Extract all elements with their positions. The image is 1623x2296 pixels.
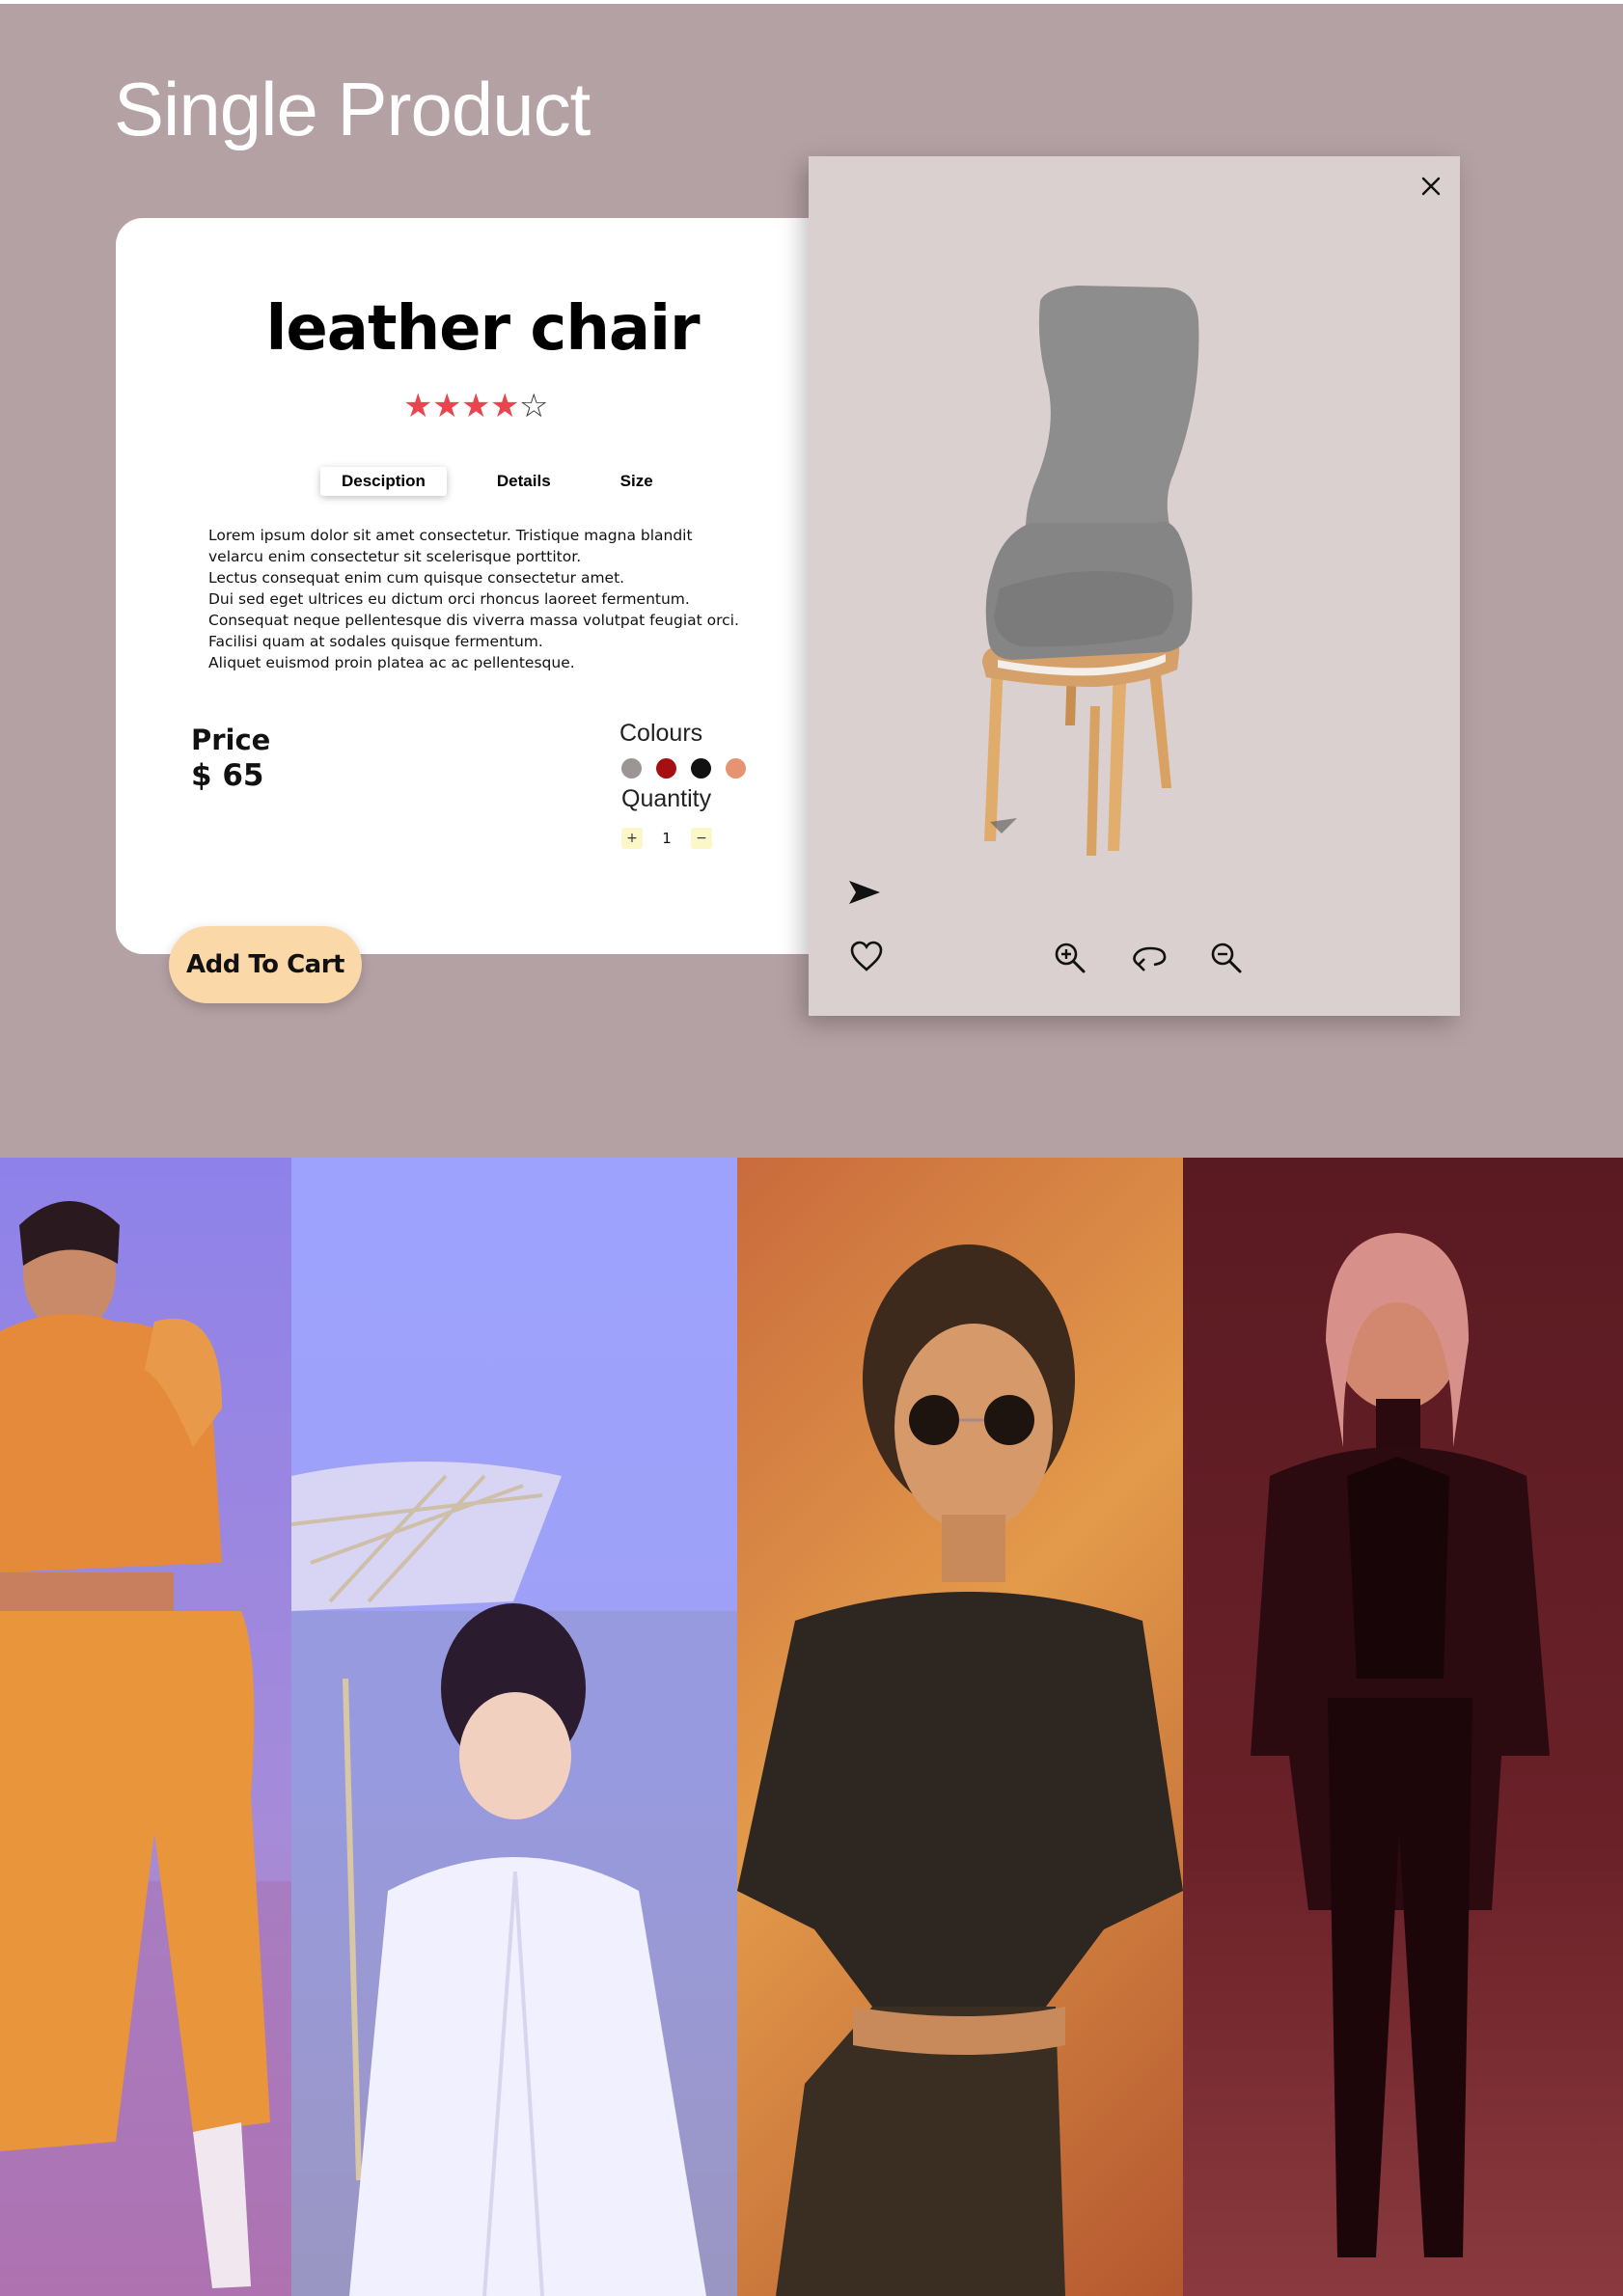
add-to-cart-button[interactable]: Add To Cart: [169, 926, 362, 1003]
product-description: Lorem ipsum dolor sit amet consectetur. …: [208, 525, 787, 673]
model-orange-hoodie-image: [0, 1201, 291, 2296]
hero-section: Single Product leather chair ★ ★ ★ ★ ☆ Desci…: [0, 4, 1623, 1158]
colour-swatch-red[interactable]: [656, 758, 676, 779]
description-line: Dui sed eget ultrices eu dictum orci rho…: [208, 590, 690, 608]
quantity-label: Quantity: [621, 785, 712, 812]
description-line: Lorem ipsum dolor sit amet consectetur. …: [208, 527, 693, 544]
quantity-stepper: + 1 −: [621, 828, 712, 849]
zoom-out-icon[interactable]: [1210, 942, 1243, 974]
product-card: leather chair ★ ★ ★ ★ ☆ Desciption Details S…: [116, 218, 849, 954]
gallery-photo-1: [0, 1158, 291, 2296]
heart-icon[interactable]: [849, 940, 884, 972]
page-title: Single Product: [114, 67, 591, 151]
colour-swatches: [621, 758, 746, 779]
description-line: Aliquet euismod proin platea ac ac pelle…: [208, 654, 575, 671]
colours-label: Colours: [619, 720, 703, 747]
gallery-photo-3: [737, 1158, 1183, 2296]
colour-swatch-grey[interactable]: [621, 758, 642, 779]
tab-description[interactable]: Desciption: [320, 467, 447, 496]
chair-image: [982, 286, 1199, 856]
tab-details[interactable]: Details: [476, 467, 572, 496]
price-value: $ 65: [191, 758, 264, 793]
zoom-in-icon[interactable]: [1054, 942, 1087, 974]
price-label: Price: [191, 724, 271, 756]
description-line: Lectus consequat enim cum quisque consec…: [208, 569, 625, 587]
rotate-icon[interactable]: [1131, 945, 1168, 972]
model-black-suit-image: [1251, 1233, 1550, 2257]
star-filled-icon: ★: [432, 387, 462, 425]
description-line: velarcu enim consectetur sit scelerisque…: [208, 548, 582, 565]
quantity-increase-button[interactable]: +: [621, 828, 643, 849]
star-filled-icon: ★: [403, 387, 433, 425]
colour-swatch-black[interactable]: [691, 758, 711, 779]
send-icon[interactable]: [847, 878, 882, 907]
fashion-gallery: [0, 1158, 1623, 2296]
colour-swatch-peach[interactable]: [726, 758, 746, 779]
gallery-photo-2: [291, 1158, 737, 2296]
product-name: leather chair: [265, 293, 700, 365]
quantity-decrease-button[interactable]: −: [691, 828, 712, 849]
gallery-photo-4: [1183, 1158, 1623, 2296]
description-line: Facilisi quam at sodales quisque ferment…: [208, 633, 543, 650]
tab-size[interactable]: Size: [599, 467, 674, 496]
star-rating: ★ ★ ★ ★ ☆: [403, 390, 548, 423]
star-filled-icon: ★: [461, 387, 491, 425]
close-icon[interactable]: [1420, 176, 1442, 197]
description-line: Consequat neque pellentesque dis viverra…: [208, 612, 739, 629]
product-tabs: Desciption Details Size: [320, 467, 674, 496]
model-parasol-image: [291, 1462, 737, 2296]
star-empty-icon: ☆: [519, 387, 549, 425]
quantity-value: 1: [662, 830, 672, 847]
star-filled-icon: ★: [490, 387, 520, 425]
product-image-viewer: [809, 156, 1460, 1016]
model-sunglasses-image: [737, 1244, 1183, 2296]
